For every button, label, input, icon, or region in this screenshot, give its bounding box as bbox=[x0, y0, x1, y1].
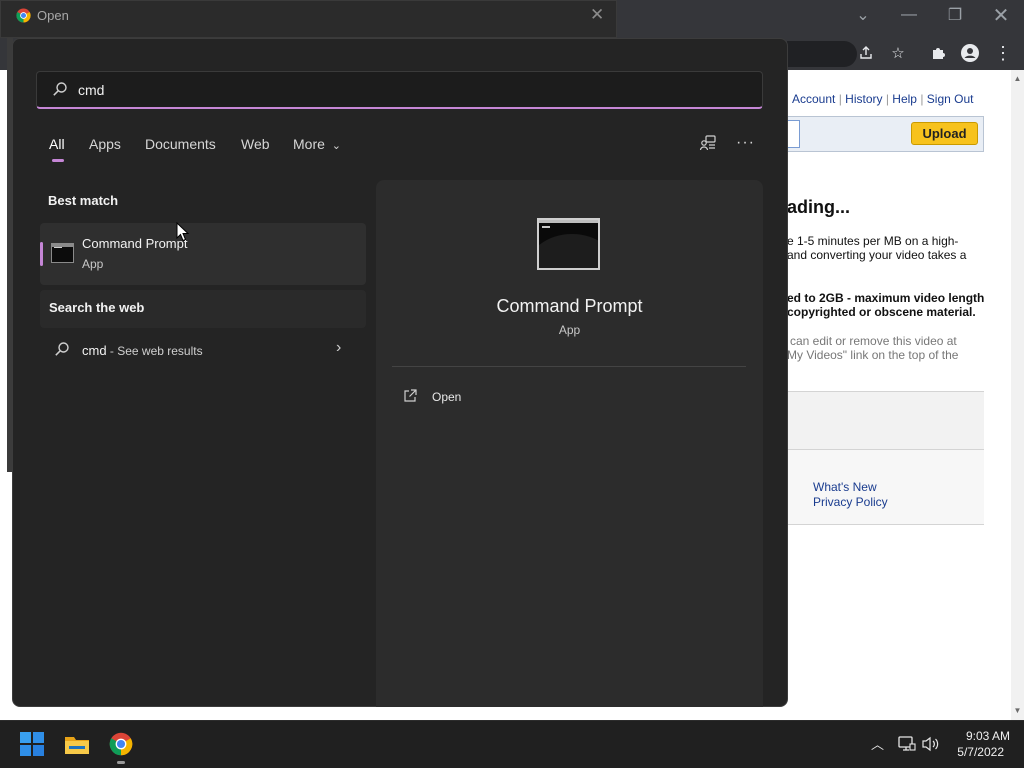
open-action-label: Open bbox=[432, 390, 462, 404]
ellipsis-icon[interactable]: ··· bbox=[736, 134, 755, 152]
dialog-close-icon[interactable]: ✕ bbox=[590, 5, 604, 25]
running-indicator bbox=[117, 761, 125, 764]
share-icon[interactable] bbox=[853, 40, 879, 66]
search-input[interactable]: cmd bbox=[36, 71, 763, 109]
web-result-item[interactable]: cmd - See web results › bbox=[40, 333, 366, 365]
bold-line: ed to 2GB - maximum video length bbox=[787, 291, 985, 305]
clock-date[interactable]: 5/7/2022 bbox=[948, 745, 1004, 759]
mouse-cursor-icon bbox=[176, 221, 190, 247]
caret-up-icon[interactable]: ︿ bbox=[871, 734, 884, 753]
gray-line: My Videos" link on the top of the bbox=[787, 348, 959, 362]
nav-help-link[interactable]: Help bbox=[892, 92, 917, 106]
search-icon bbox=[52, 81, 68, 102]
site-nav: Account | History | Help | Sign Out bbox=[792, 92, 974, 106]
network-icon[interactable] bbox=[898, 736, 916, 757]
scroll-down-icon[interactable]: ▼ bbox=[1011, 704, 1024, 716]
body-line: and converting your video takes a bbox=[787, 248, 967, 262]
minimize-icon[interactable]: — bbox=[886, 0, 932, 30]
nav-signout-link[interactable]: Sign Out bbox=[927, 92, 974, 106]
restore-icon[interactable]: ❐ bbox=[932, 0, 978, 30]
search-web-heading: Search the web bbox=[49, 300, 145, 315]
browser-close-icon[interactable]: ✕ bbox=[978, 0, 1024, 30]
tab-apps[interactable]: Apps bbox=[89, 136, 121, 152]
address-bar[interactable] bbox=[787, 41, 857, 67]
kebab-icon[interactable]: ⋮ bbox=[990, 40, 1016, 66]
gray-line: can edit or remove this video at bbox=[790, 334, 957, 348]
open-dialog-titlebar bbox=[0, 0, 617, 38]
volume-icon[interactable] bbox=[922, 736, 940, 757]
open-action[interactable]: Open bbox=[392, 383, 746, 411]
detail-divider bbox=[392, 366, 746, 367]
dialog-title: Open bbox=[37, 8, 69, 23]
tab-more[interactable]: More ⌄ bbox=[293, 136, 341, 152]
detail-pane: Command Prompt App Open bbox=[376, 180, 763, 707]
chrome-icon bbox=[16, 8, 31, 28]
best-match-type: App bbox=[82, 257, 104, 271]
nav-account-link[interactable]: Account bbox=[792, 92, 835, 106]
web-result-text: cmd - See web results bbox=[82, 342, 203, 360]
tab-documents[interactable]: Documents bbox=[145, 136, 216, 152]
info-panel bbox=[787, 391, 984, 450]
windows-icon[interactable] bbox=[20, 732, 44, 761]
chrome-taskbar-icon[interactable] bbox=[109, 732, 133, 761]
bold-line: copyrighted or obscene material. bbox=[787, 305, 976, 319]
file-input[interactable] bbox=[787, 120, 800, 148]
chevron-down-icon: ⌄ bbox=[331, 140, 342, 152]
search-query: cmd bbox=[78, 82, 105, 98]
star-icon[interactable]: ☆ bbox=[885, 40, 911, 66]
share-screen-icon[interactable] bbox=[699, 134, 717, 157]
best-match-item[interactable]: Command Prompt App bbox=[40, 223, 366, 285]
body-line: e 1-5 minutes per MB on a high- bbox=[787, 234, 959, 248]
active-tab-indicator bbox=[52, 159, 64, 162]
nav-history-link[interactable]: History bbox=[845, 92, 882, 106]
page-heading: ading... bbox=[787, 197, 850, 217]
tab-search-chevron-down-icon[interactable]: ⌄ bbox=[840, 0, 886, 30]
open-external-icon bbox=[403, 389, 417, 408]
terminal-large-icon bbox=[537, 218, 600, 270]
upload-button[interactable]: Upload bbox=[911, 122, 978, 145]
profile-icon[interactable] bbox=[957, 40, 983, 66]
clock-time[interactable]: 9:03 AM bbox=[948, 729, 1010, 743]
scroll-up-icon[interactable]: ▲ bbox=[1011, 72, 1024, 84]
chevron-right-icon: › bbox=[336, 339, 342, 356]
best-match-heading: Best match bbox=[48, 193, 119, 208]
best-match-name: Command Prompt bbox=[82, 236, 188, 251]
tab-web[interactable]: Web bbox=[241, 136, 270, 152]
web-search-icon bbox=[54, 341, 70, 362]
file-explorer-icon[interactable] bbox=[64, 733, 90, 760]
privacy-policy-link[interactable]: Privacy Policy bbox=[813, 495, 888, 509]
detail-name: Command Prompt bbox=[496, 296, 643, 316]
tab-all[interactable]: All bbox=[49, 136, 65, 152]
selection-indicator bbox=[40, 242, 43, 266]
whats-new-link[interactable]: What's New bbox=[813, 480, 877, 494]
web-result-query: cmd bbox=[82, 343, 107, 358]
tab-more-label: More bbox=[293, 136, 325, 152]
detail-type: App bbox=[558, 323, 581, 337]
puzzle-icon[interactable] bbox=[925, 40, 951, 66]
terminal-icon bbox=[51, 243, 74, 263]
page-scrollbar[interactable]: ▲ ▼ bbox=[1011, 70, 1024, 720]
web-result-suffix: - See web results bbox=[106, 344, 203, 358]
web-page: Account | History | Help | Sign Out Uplo… bbox=[787, 70, 1011, 720]
